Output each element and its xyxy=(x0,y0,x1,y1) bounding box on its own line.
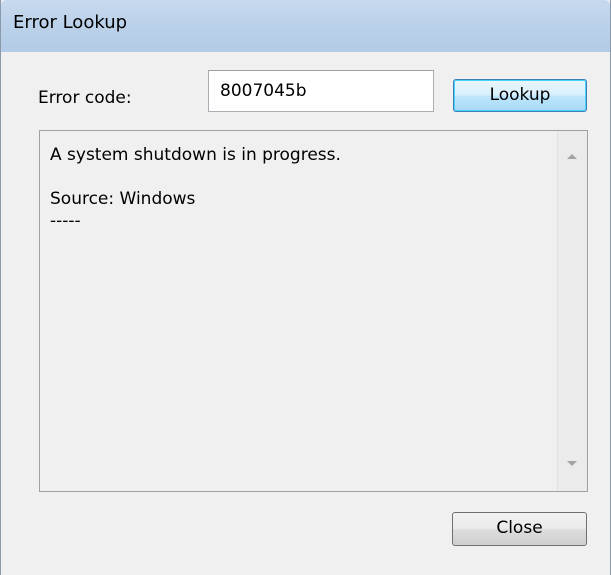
scroll-up-arrow-icon[interactable] xyxy=(567,154,577,159)
result-line: ----- xyxy=(50,211,81,231)
error-code-label: Error code: xyxy=(38,88,132,108)
scroll-down-arrow-icon[interactable] xyxy=(567,461,577,466)
close-button[interactable]: Close xyxy=(452,512,587,546)
result-line xyxy=(50,166,550,188)
error-lookup-window: Error Lookup Error code: Lookup A system… xyxy=(0,0,611,575)
error-code-input[interactable] xyxy=(208,70,434,112)
result-line: Source: Windows xyxy=(50,189,196,209)
lookup-button[interactable]: Lookup xyxy=(453,79,587,112)
dialog-content: Error code: Lookup A system shutdown is … xyxy=(1,52,610,575)
window-title: Error Lookup xyxy=(13,12,128,33)
vertical-scrollbar[interactable] xyxy=(557,131,587,491)
result-text: A system shutdown is in progress. Source… xyxy=(50,144,550,232)
result-text-area[interactable]: A system shutdown is in progress. Source… xyxy=(39,130,588,492)
title-bar[interactable]: Error Lookup xyxy=(1,0,610,52)
result-line: A system shutdown is in progress. xyxy=(50,145,341,165)
